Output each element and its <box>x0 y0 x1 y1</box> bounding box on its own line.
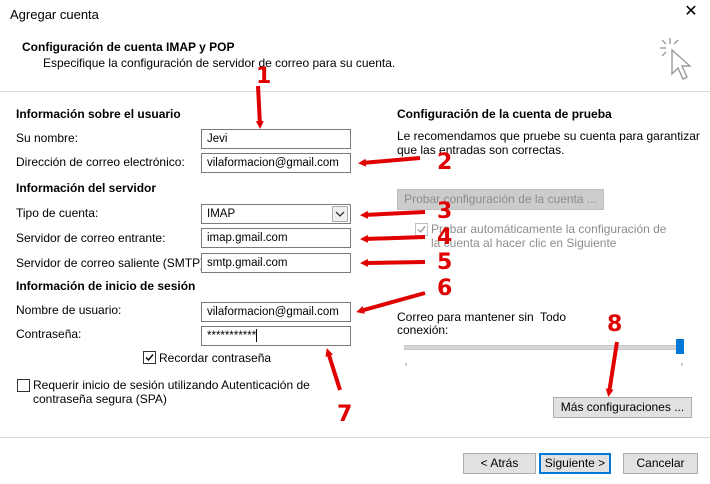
annotation-number-8: 8 <box>607 312 623 337</box>
annotation-number-1: 1 <box>256 64 272 89</box>
annotation-number-4: 4 <box>437 225 453 250</box>
arrow-8 <box>605 341 619 397</box>
arrow-1 <box>255 85 264 129</box>
arrow-6 <box>356 291 426 314</box>
annotation-number-6: 6 <box>437 276 453 301</box>
annotation-arrows <box>255 85 619 397</box>
arrow-7 <box>325 348 342 391</box>
arrow-4 <box>360 234 426 243</box>
arrow-2 <box>358 156 421 167</box>
annotation-number-3: 3 <box>437 199 453 224</box>
annotation-number-2: 2 <box>437 150 453 175</box>
annotation-number-7: 7 <box>337 402 353 427</box>
annotation-number-5: 5 <box>437 250 453 275</box>
arrow-3 <box>360 210 426 219</box>
arrow-5 <box>360 258 426 267</box>
